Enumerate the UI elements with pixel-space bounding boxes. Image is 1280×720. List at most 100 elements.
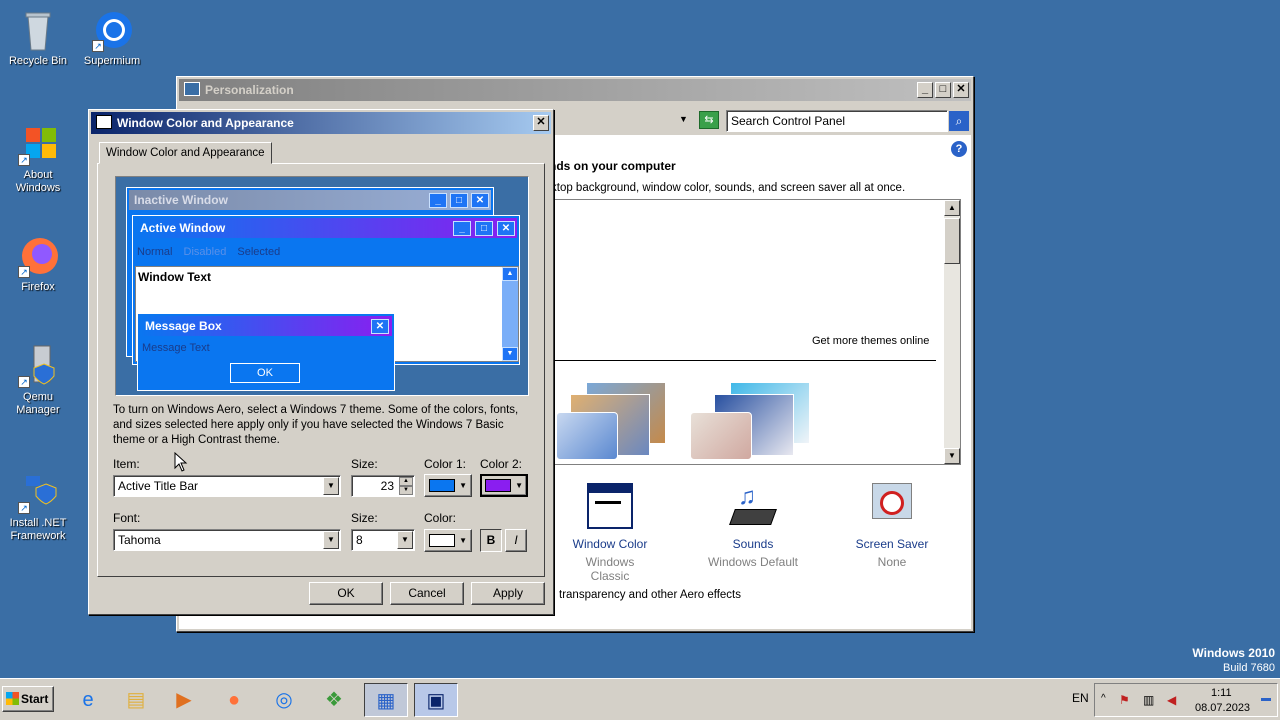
desktop-icon-firefox[interactable]: ↗ Firefox — [0, 234, 76, 294]
clock-time[interactable]: 1:11 — [1211, 687, 1232, 699]
cancel-button[interactable]: Cancel — [390, 582, 464, 605]
color2-picker[interactable]: ▼ — [480, 474, 528, 497]
chevron-down-icon[interactable]: ▼ — [323, 531, 339, 549]
search-icon[interactable]: ⌕ — [949, 111, 969, 131]
desktop-icon-supermium[interactable]: ↗ Supermium — [74, 8, 150, 68]
font-size-value: 8 — [356, 533, 363, 547]
supermium-icon[interactable]: ◎ — [262, 683, 306, 717]
preview-inactive-titlebar: Inactive Window _ □ ✕ — [129, 190, 491, 210]
desktop-icon-label: Supermium — [83, 55, 141, 67]
window-color-label: Window Color — [572, 537, 648, 551]
personalization-titlebar[interactable]: Personalization _ □ ✕ — [179, 79, 971, 101]
stepper-up-icon[interactable]: ▲ — [399, 477, 413, 486]
color1-picker[interactable]: ▼ — [424, 474, 472, 497]
control-panel-taskbar-icon[interactable]: ▦ — [364, 683, 408, 717]
address-dropdown-icon[interactable]: ▼ — [679, 114, 688, 124]
tab-label: Window Color and Appearance — [106, 147, 265, 159]
desktop-icon-qemu-manager[interactable]: ↗ Qemu Manager — [0, 344, 76, 417]
help-icon[interactable]: ? — [951, 141, 967, 157]
preview-scrollbar: ▲ ▼ — [502, 267, 518, 361]
font-label: Font: — [113, 511, 141, 525]
close-icon: ✕ — [497, 221, 515, 236]
item-select[interactable]: Active Title Bar ▼ — [113, 475, 341, 497]
minimize-icon: _ — [429, 193, 447, 208]
scroll-down-icon[interactable]: ▼ — [944, 448, 960, 464]
maximize-icon: □ — [450, 193, 468, 208]
windows-logo-icon: ↗ — [16, 122, 60, 166]
desktop-icon-about-windows[interactable]: ↗ About Windows — [0, 122, 76, 195]
dotnet-installer-icon: ↗ — [16, 470, 60, 514]
preview-area[interactable]: Inactive Window _ □ ✕ Active Window _ □ … — [115, 176, 529, 396]
firefox-icon[interactable]: ● — [212, 683, 256, 717]
bold-button[interactable]: B — [480, 529, 502, 552]
color2-label: Color 2: — [480, 457, 523, 471]
refresh-icon[interactable]: ⇆ — [699, 111, 719, 129]
desktop-icon-recycle-bin[interactable]: Recycle Bin — [0, 8, 76, 68]
scroll-thumb[interactable] — [944, 218, 960, 264]
page-heading: nds on your computer — [549, 159, 676, 173]
theme-thumbnail[interactable] — [690, 382, 820, 462]
media-player-icon[interactable]: ▶ — [162, 683, 206, 717]
network-icon[interactable]: ▥ — [1143, 693, 1154, 707]
windows-update-icon[interactable]: ❖ — [312, 683, 356, 717]
ok-button[interactable]: OK — [309, 582, 383, 605]
color1-label: Color 1: — [424, 457, 467, 471]
control-panel-icon — [184, 82, 200, 96]
shortcut-arrow-icon: ↗ — [92, 40, 104, 52]
minimize-icon: _ — [453, 221, 471, 236]
dialog-close-button[interactable]: ✕ — [533, 115, 549, 131]
search-input[interactable]: Search Control Panel — [726, 110, 948, 132]
font-size-select[interactable]: 8 ▼ — [351, 529, 415, 551]
aero-effects-link[interactable]: transparency and other Aero effects — [559, 589, 741, 601]
theme-thumbnail[interactable] — [556, 382, 666, 462]
get-more-themes-link[interactable]: Get more themes online — [812, 335, 929, 347]
chevron-up-icon[interactable]: ^ — [1101, 693, 1106, 704]
minimize-button[interactable]: _ — [917, 82, 933, 98]
shortcut-arrow-icon: ↗ — [18, 154, 30, 166]
scroll-up-icon[interactable]: ▲ — [944, 200, 960, 216]
shortcut-arrow-icon: ↗ — [18, 266, 30, 278]
screen-saver-icon — [870, 483, 914, 529]
themes-list[interactable]: Get more themes online ▲ ▼ — [549, 199, 961, 465]
show-desktop-icon[interactable]: ▬ — [1261, 693, 1271, 704]
preview-msgbox-ok: OK — [230, 363, 300, 383]
close-button[interactable]: ✕ — [953, 82, 969, 98]
themes-scrollbar[interactable]: ▲ ▼ — [944, 200, 960, 464]
italic-button[interactable]: I — [505, 529, 527, 552]
window-color-item[interactable]: Window Color Windows Classic — [565, 483, 655, 583]
clock-date[interactable]: 08.07.2023 — [1195, 702, 1250, 714]
item-size-stepper[interactable]: 23 ▲ ▼ — [351, 475, 415, 497]
start-button[interactable]: Start — [2, 686, 54, 712]
internet-explorer-icon[interactable]: e — [66, 683, 110, 717]
stepper-down-icon[interactable]: ▼ — [399, 486, 413, 495]
desktop-icon-label: Firefox — [21, 281, 55, 293]
font-select[interactable]: Tahoma ▼ — [113, 529, 341, 551]
chevron-down-icon[interactable]: ▼ — [323, 477, 339, 495]
personalization-taskbar-icon[interactable]: ▣ — [414, 683, 458, 717]
taskbar: Start e ▤ ▶ ● ◎ ❖ ▦ ▣ EN ^ ⚑ ▥ ◀ 1:11 08… — [0, 678, 1280, 720]
item-size-value: 23 — [380, 479, 394, 493]
dialog-titlebar[interactable]: Window Color and Appearance ✕ — [91, 112, 551, 134]
action-center-icon[interactable]: ⚑ — [1119, 693, 1130, 707]
sounds-sub: Windows Default — [707, 555, 799, 569]
apply-button[interactable]: Apply — [471, 582, 545, 605]
screen-saver-item[interactable]: Screen Saver None — [847, 483, 937, 569]
close-icon: ✕ — [371, 319, 389, 334]
tab-window-color[interactable]: Window Color and Appearance — [99, 142, 272, 164]
shortcut-arrow-icon: ↗ — [18, 502, 30, 514]
maximize-icon: □ — [475, 221, 493, 236]
system-tray: ^ ⚑ ▥ ◀ 1:11 08.07.2023 ▬ — [1094, 683, 1278, 717]
sounds-item[interactable]: ♫ Sounds Windows Default — [705, 483, 801, 569]
volume-icon[interactable]: ◀ — [1167, 693, 1176, 707]
language-indicator[interactable]: EN — [1072, 691, 1089, 705]
chevron-down-icon[interactable]: ▼ — [397, 531, 413, 549]
screen-saver-sub: None — [877, 555, 907, 569]
file-explorer-icon[interactable]: ▤ — [114, 683, 158, 717]
font-color-picker[interactable]: ▼ — [424, 529, 472, 552]
screen-saver-label: Screen Saver — [855, 537, 929, 551]
maximize-button[interactable]: □ — [935, 82, 951, 98]
desktop-icon-install-dotnet[interactable]: ↗ Install .NET Framework — [0, 470, 76, 543]
firefox-icon: ↗ — [16, 234, 60, 278]
color2-swatch — [485, 479, 511, 492]
desktop-icon-label: About Windows — [15, 169, 61, 194]
